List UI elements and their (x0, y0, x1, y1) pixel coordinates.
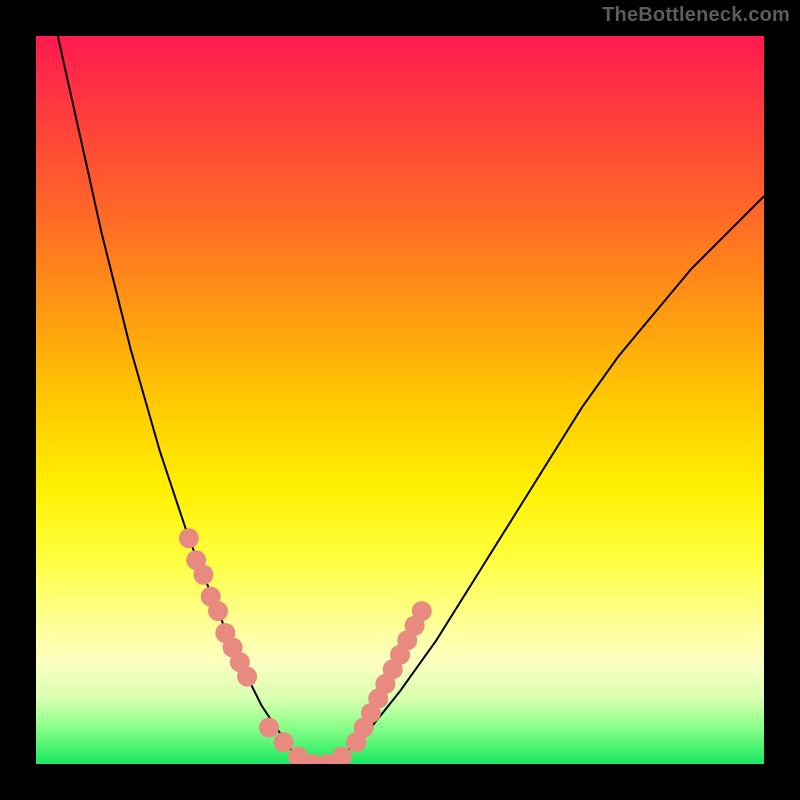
marker-dot (179, 528, 199, 548)
bottleneck-curve (58, 36, 764, 764)
chart-svg (36, 36, 764, 764)
highlighted-points-group (179, 528, 432, 764)
marker-dot (259, 718, 279, 738)
marker-dot (193, 565, 213, 585)
watermark-text: TheBottleneck.com (602, 4, 790, 27)
marker-dot (237, 667, 257, 687)
marker-dot (274, 732, 294, 752)
marker-dot (412, 601, 432, 621)
plot-area (36, 36, 764, 764)
marker-dot (208, 601, 228, 621)
chart-frame: TheBottleneck.com (0, 0, 800, 800)
